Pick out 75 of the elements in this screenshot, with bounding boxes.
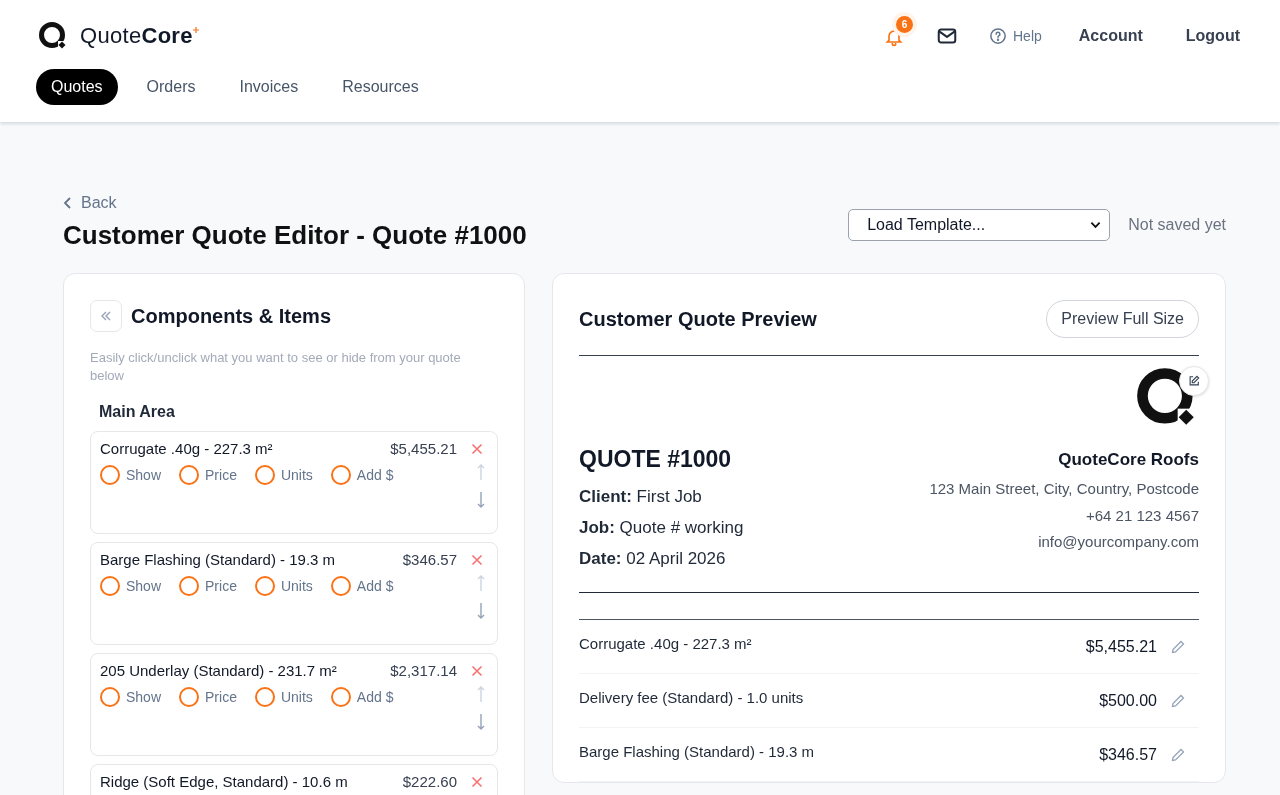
option-toggle[interactable]: Price	[179, 463, 237, 487]
help-icon	[989, 27, 1007, 45]
page-title: Customer Quote Editor - Quote #1000	[63, 220, 527, 251]
arrow-down-icon[interactable]	[476, 602, 486, 620]
save-status: Not saved yet	[1128, 216, 1226, 234]
company-detail: info@yourcompany.com	[1037, 532, 1199, 552]
item-price: $222.60	[402, 773, 457, 790]
line-item-price: $346.57	[1099, 745, 1157, 764]
item-name: Barge Flashing (Standard) - 19.3 m	[100, 551, 337, 568]
arrow-up-icon[interactable]	[476, 463, 486, 481]
double-chevron-left-icon	[99, 309, 113, 323]
account-link[interactable]: Account	[1078, 27, 1143, 45]
pencil-icon[interactable]	[1170, 638, 1186, 655]
option-toggle[interactable]: Units	[254, 685, 313, 709]
nav-tab[interactable]: Invoices	[224, 69, 314, 105]
panel-title: Customer Quote Preview	[579, 307, 817, 331]
item-name: Ridge (Soft Edge, Standard) - 10.6 m	[100, 773, 349, 790]
line-item-name: Corrugate .40g - 227.3 m²	[579, 635, 753, 652]
arrow-down-icon[interactable]	[476, 713, 486, 731]
notifications-button[interactable]: 6	[879, 12, 917, 52]
nav-tab[interactable]: Resources	[327, 69, 434, 105]
chevron-down-icon	[1090, 221, 1102, 229]
option-toggle[interactable]: Price	[179, 574, 237, 598]
option-toggle[interactable]: Price	[179, 685, 237, 709]
arrow-down-icon[interactable]	[476, 491, 486, 509]
notification-count: 6	[892, 12, 917, 37]
remove-icon[interactable]	[471, 775, 483, 788]
company-name: QuoteCore Roofs	[1057, 450, 1199, 470]
company-detail: +64 21 123 4567	[1084, 505, 1199, 526]
line-item-name: Barge Flashing (Standard) - 19.3 m	[579, 743, 816, 760]
arrow-up-icon[interactable]	[476, 685, 486, 703]
option-toggle[interactable]: Units	[254, 574, 313, 598]
arrow-up-icon[interactable]	[476, 574, 486, 592]
nav-tab[interactable]: Quotes	[36, 69, 118, 105]
logo-icon	[38, 21, 68, 51]
quote-detail: Client: First Job	[579, 486, 703, 508]
option-toggle[interactable]: Add $	[330, 463, 394, 487]
remove-icon[interactable]	[471, 442, 483, 455]
option-toggle[interactable]: Show	[100, 685, 162, 709]
option-toggle[interactable]: Add $	[330, 574, 394, 598]
company-detail: 123 Main Street, City, Country, Postcode	[929, 479, 1199, 499]
line-item-price: $500.00	[1099, 691, 1157, 710]
quote-number: QUOTE #1000	[579, 446, 733, 473]
quote-detail: Job: Quote # working	[579, 517, 744, 539]
preview-button[interactable]: Preview Full Size	[1046, 300, 1199, 338]
sparkle-icon	[192, 27, 199, 33]
option-toggle[interactable]: Show	[100, 463, 162, 487]
remove-icon[interactable]	[471, 553, 483, 566]
panel-hint: Easily click/unclick what you want to see or hide from your quote below	[90, 349, 462, 385]
brand-name: QuoteCore	[80, 23, 193, 49]
line-item-name: Delivery fee (Standard) - 1.0 units	[579, 689, 805, 706]
edit-icon	[1188, 375, 1200, 387]
back-link[interactable]: Back	[63, 194, 527, 212]
edit-logo-button[interactable]	[1179, 366, 1209, 396]
remove-icon[interactable]	[471, 664, 483, 677]
item-name: 205 Underlay (Standard) - 231.7 m²	[100, 662, 338, 679]
template-select[interactable]: Load Template...	[848, 209, 1111, 241]
option-toggle[interactable]: Show	[100, 574, 162, 598]
chevron-left-icon	[63, 196, 73, 210]
section-title: Main Area	[99, 403, 176, 421]
option-toggle[interactable]: Add $	[330, 685, 394, 709]
item-price: $346.57	[402, 551, 457, 568]
line-item-price: $5,455.21	[1085, 637, 1157, 656]
item-price: $5,455.21	[390, 440, 457, 457]
item-name: Corrugate .40g - 227.3 m²	[100, 440, 274, 457]
pencil-icon[interactable]	[1170, 692, 1186, 709]
pencil-icon[interactable]	[1170, 746, 1186, 763]
option-toggle[interactable]: Units	[254, 463, 313, 487]
item-price: $2,317.14	[390, 662, 457, 679]
help-link[interactable]: Help	[989, 27, 1042, 45]
collapse-button[interactable]	[90, 300, 122, 332]
panel-title: Components & Items	[131, 304, 332, 328]
logout-link[interactable]: Logout	[1185, 27, 1240, 45]
quote-detail: Date: 02 April 2026	[579, 548, 727, 570]
nav-tab[interactable]: Orders	[131, 69, 211, 105]
